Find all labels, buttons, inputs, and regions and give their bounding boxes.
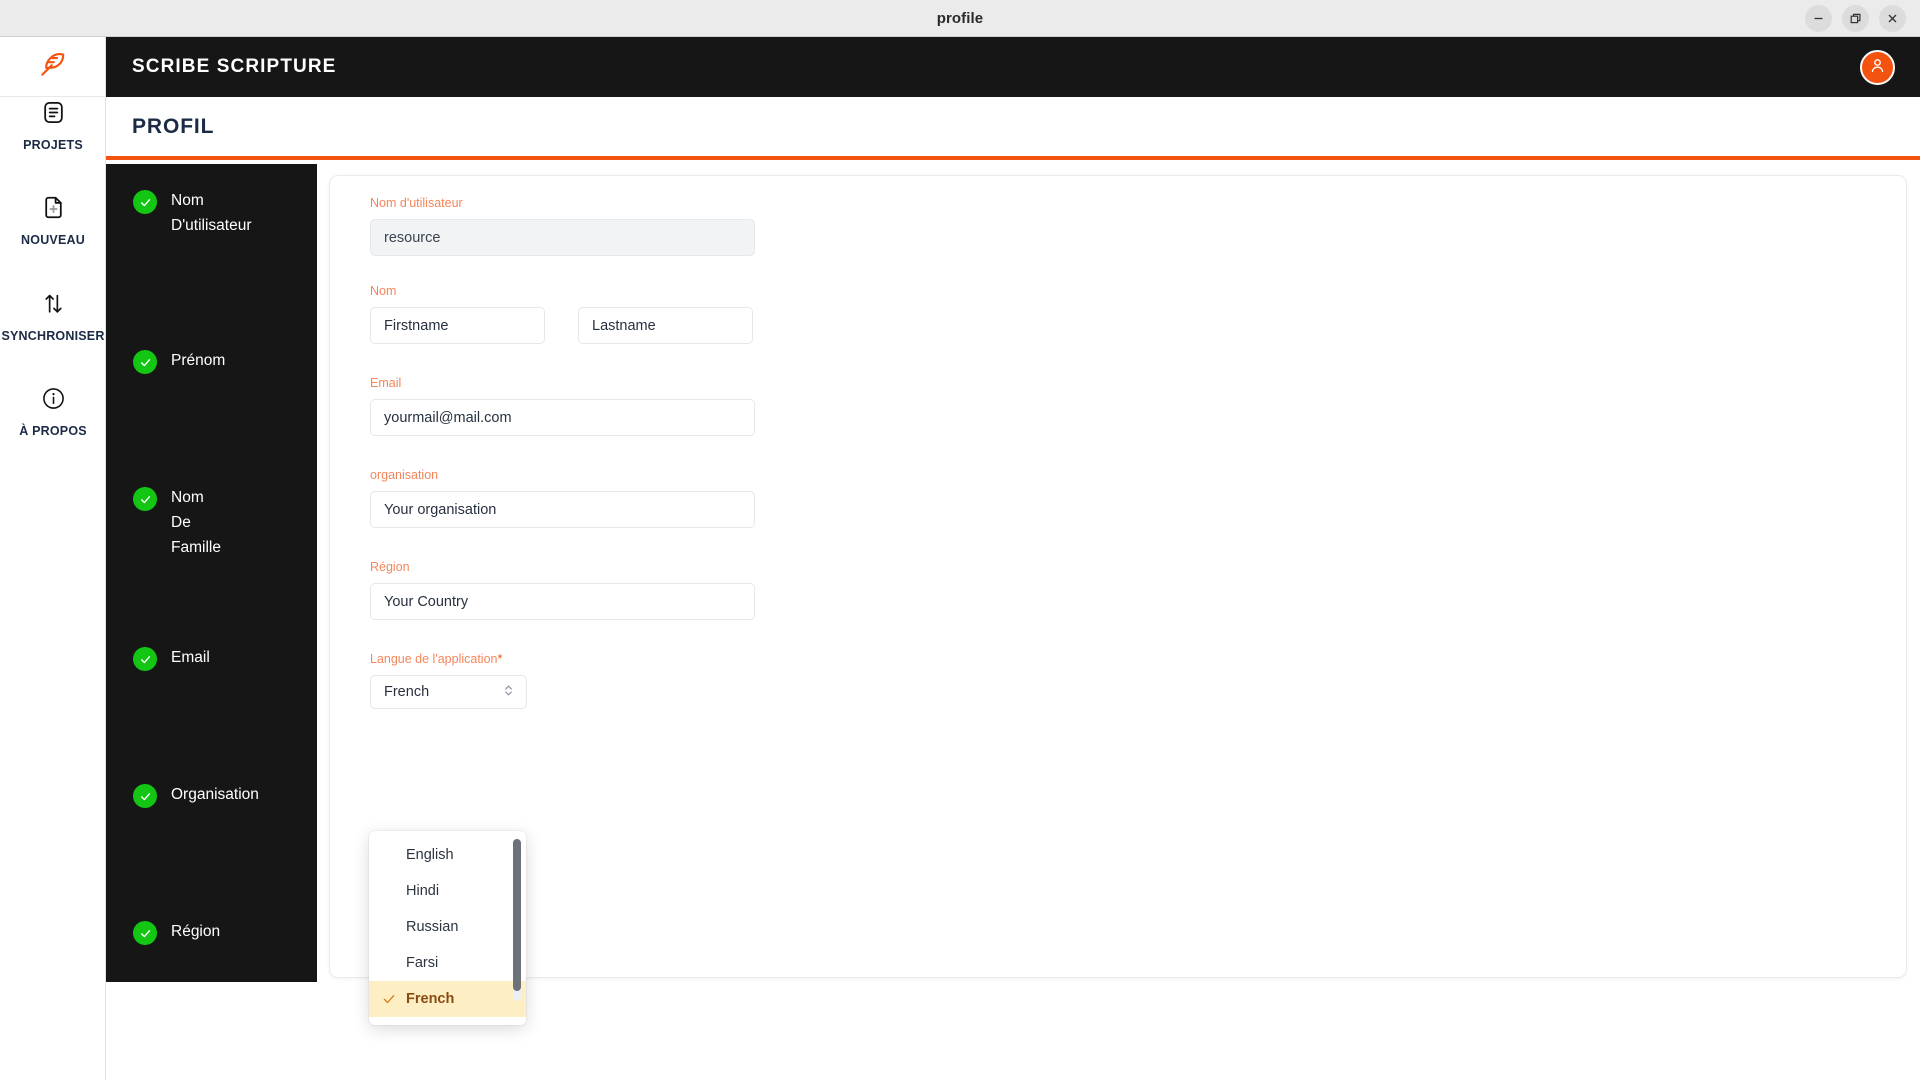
language-dropdown[interactable]: English Hindi Russian Farsi French (369, 831, 526, 1025)
chevron-updown-icon (502, 683, 515, 702)
brand-title: SCRIBE SCRIPTURE (132, 56, 337, 77)
field-username: Nom d'utilisateur resource (370, 196, 755, 256)
sidebar-item-apropos-label: À PROPOS (19, 424, 87, 438)
field-name: Nom Firstname Lastname (370, 284, 755, 344)
avatar[interactable] (1860, 50, 1895, 85)
field-region-label: Région (370, 560, 410, 574)
check-complete-icon (133, 190, 157, 214)
page-title-bar: PROFIL (106, 97, 1920, 160)
checklist-item: Nom De Famille (106, 485, 317, 560)
dropdown-scrollbar-track[interactable] (513, 839, 521, 1001)
organisation-input[interactable]: Your organisation (370, 491, 755, 528)
required-marker: * (497, 652, 503, 666)
checklist-item-label: Prénom (171, 352, 226, 369)
field-email: Email yourmail@mail.com (370, 376, 755, 436)
page-title: PROFIL (132, 114, 215, 138)
check-icon (382, 992, 396, 1006)
checklist-item-label: Organisation (171, 786, 259, 803)
check-complete-icon (133, 350, 157, 374)
username-input[interactable]: resource (370, 219, 755, 256)
profile-form-card: Nom d'utilisateur resource Nom Firstname… (329, 175, 1907, 978)
checklist-item: Nom D'utilisateur (106, 188, 317, 238)
check-complete-icon (133, 921, 157, 945)
language-option-label: Russian (406, 919, 459, 935)
check-complete-icon (133, 487, 157, 511)
checklist-item: Région (106, 919, 317, 945)
sidebar-item-projets[interactable]: PROJETS (0, 95, 106, 152)
field-region: Région Your Country (370, 560, 755, 620)
sidebar-item-nouveau[interactable]: NOUVEAU (0, 190, 106, 247)
language-option[interactable]: Farsi (369, 945, 526, 981)
minimize-icon (1812, 12, 1825, 25)
sync-arrows-icon (41, 286, 66, 320)
window-titlebar: profile (0, 0, 1920, 37)
checklist-item: Organisation (106, 782, 317, 808)
language-select-value: French (384, 684, 430, 700)
email-input[interactable]: yourmail@mail.com (370, 399, 755, 436)
sidebar-item-synchroniser-label: SYNCHRONISER (1, 329, 105, 343)
app-header: SCRIBE SCRIPTURE (106, 37, 1920, 97)
sidebar-item-nouveau-label: NOUVEAU (21, 233, 85, 247)
language-option[interactable]: Russian (369, 909, 526, 945)
field-email-label: Email (370, 376, 402, 390)
document-list-icon (41, 95, 66, 129)
checklist-item-label: Nom D'utilisateur (171, 192, 252, 234)
app-logo[interactable] (0, 37, 106, 97)
info-circle-icon (41, 381, 66, 415)
firstname-input[interactable]: Firstname (370, 307, 545, 344)
sidebar-item-apropos[interactable]: À PROPOS (0, 381, 106, 438)
icon-rail: PROJETS NOUVEAU SYNCHRONISER À PROPOS (0, 37, 106, 1080)
checklist-item-label: Nom De Famille (171, 489, 221, 556)
checklist-item-label: Région (171, 923, 221, 940)
maximize-button[interactable] (1842, 5, 1869, 32)
language-option[interactable]: English (369, 837, 526, 873)
checklist-item-label: Email (171, 649, 210, 666)
restore-icon (1849, 12, 1862, 25)
check-complete-icon (133, 647, 157, 671)
language-option[interactable]: Hindi (369, 873, 526, 909)
name-row: Firstname Lastname (370, 307, 755, 344)
close-button[interactable] (1879, 5, 1906, 32)
region-input[interactable]: Your Country (370, 583, 755, 620)
language-option-label: English (406, 847, 454, 863)
check-complete-icon (133, 784, 157, 808)
checklist-item: Email (106, 645, 317, 671)
field-organisation-label: organisation (370, 468, 439, 482)
profile-checklist: Nom D'utilisateur Prénom Nom De Famille … (106, 164, 317, 982)
language-option-selected[interactable]: French (369, 981, 526, 1017)
field-username-label: Nom d'utilisateur (370, 196, 463, 210)
language-option-label: Farsi (406, 955, 439, 971)
language-option-label: Hindi (406, 883, 440, 899)
user-avatar-icon (1868, 56, 1887, 80)
close-icon (1886, 12, 1899, 25)
window-title: profile (936, 9, 984, 27)
lastname-input[interactable]: Lastname (578, 307, 753, 344)
checklist-item: Prénom (106, 348, 317, 374)
window-controls (1805, 0, 1906, 37)
language-option-label: French (406, 991, 455, 1007)
minimize-button[interactable] (1805, 5, 1832, 32)
sidebar-item-synchroniser[interactable]: SYNCHRONISER (0, 286, 106, 343)
field-language-label: Langue de l'application* (370, 652, 503, 666)
new-file-plus-icon (41, 190, 66, 224)
field-organisation: organisation Your organisation (370, 468, 755, 528)
field-name-label: Nom (370, 284, 397, 298)
sidebar-item-projets-label: PROJETS (23, 138, 83, 152)
body-area: Nom D'utilisateur Prénom Nom De Famille … (106, 164, 1920, 1080)
profile-form: Nom d'utilisateur resource Nom Firstname… (370, 196, 755, 709)
language-select[interactable]: French (370, 675, 527, 709)
feather-logo-icon (38, 49, 68, 84)
dropdown-scrollbar-thumb[interactable] (513, 839, 521, 991)
field-language: Langue de l'application* French (370, 652, 755, 709)
